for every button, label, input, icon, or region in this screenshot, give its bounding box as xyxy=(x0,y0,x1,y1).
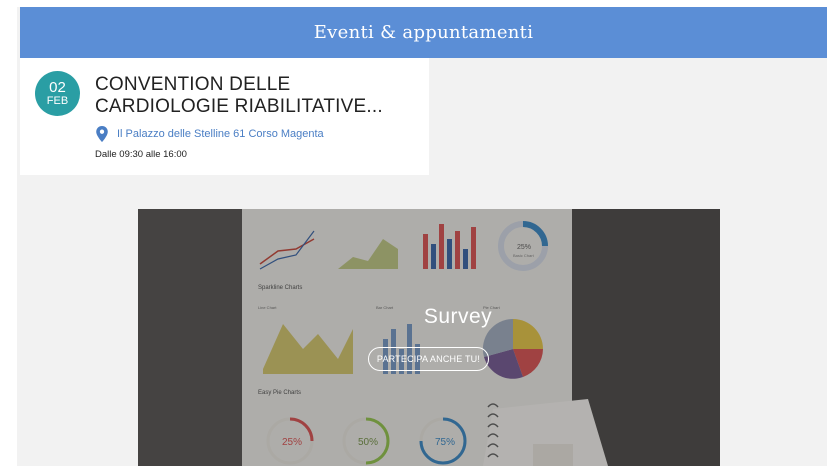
participate-button[interactable]: PARTECIPA ANCHE TU! xyxy=(368,347,489,371)
banner-overlay xyxy=(138,209,720,466)
event-location-label: Il Palazzo delle Stelline 61 Corso Magen… xyxy=(117,128,324,140)
event-time: Dalle 09:30 alle 16:00 xyxy=(95,149,187,160)
date-month: FEB xyxy=(46,95,69,107)
date-day: 02 xyxy=(49,79,66,96)
map-pin-icon xyxy=(96,126,108,142)
date-badge: 02 FEB xyxy=(35,71,80,116)
event-location[interactable]: Il Palazzo delle Stelline 61 Corso Magen… xyxy=(95,126,324,142)
banner-title: Survey xyxy=(423,305,493,328)
section-title: Eventi & appuntamenti xyxy=(313,22,534,43)
event-card[interactable]: 02 FEB CONVENTION DELLE CARDIOLOGIE RIAB… xyxy=(20,58,429,175)
section-header: Eventi & appuntamenti xyxy=(20,7,827,58)
event-title[interactable]: CONVENTION DELLE CARDIOLOGIE RIABILITATI… xyxy=(95,74,415,118)
survey-banner[interactable]: 25% Basic Chart Sparkline Charts Line Ch… xyxy=(138,209,720,466)
